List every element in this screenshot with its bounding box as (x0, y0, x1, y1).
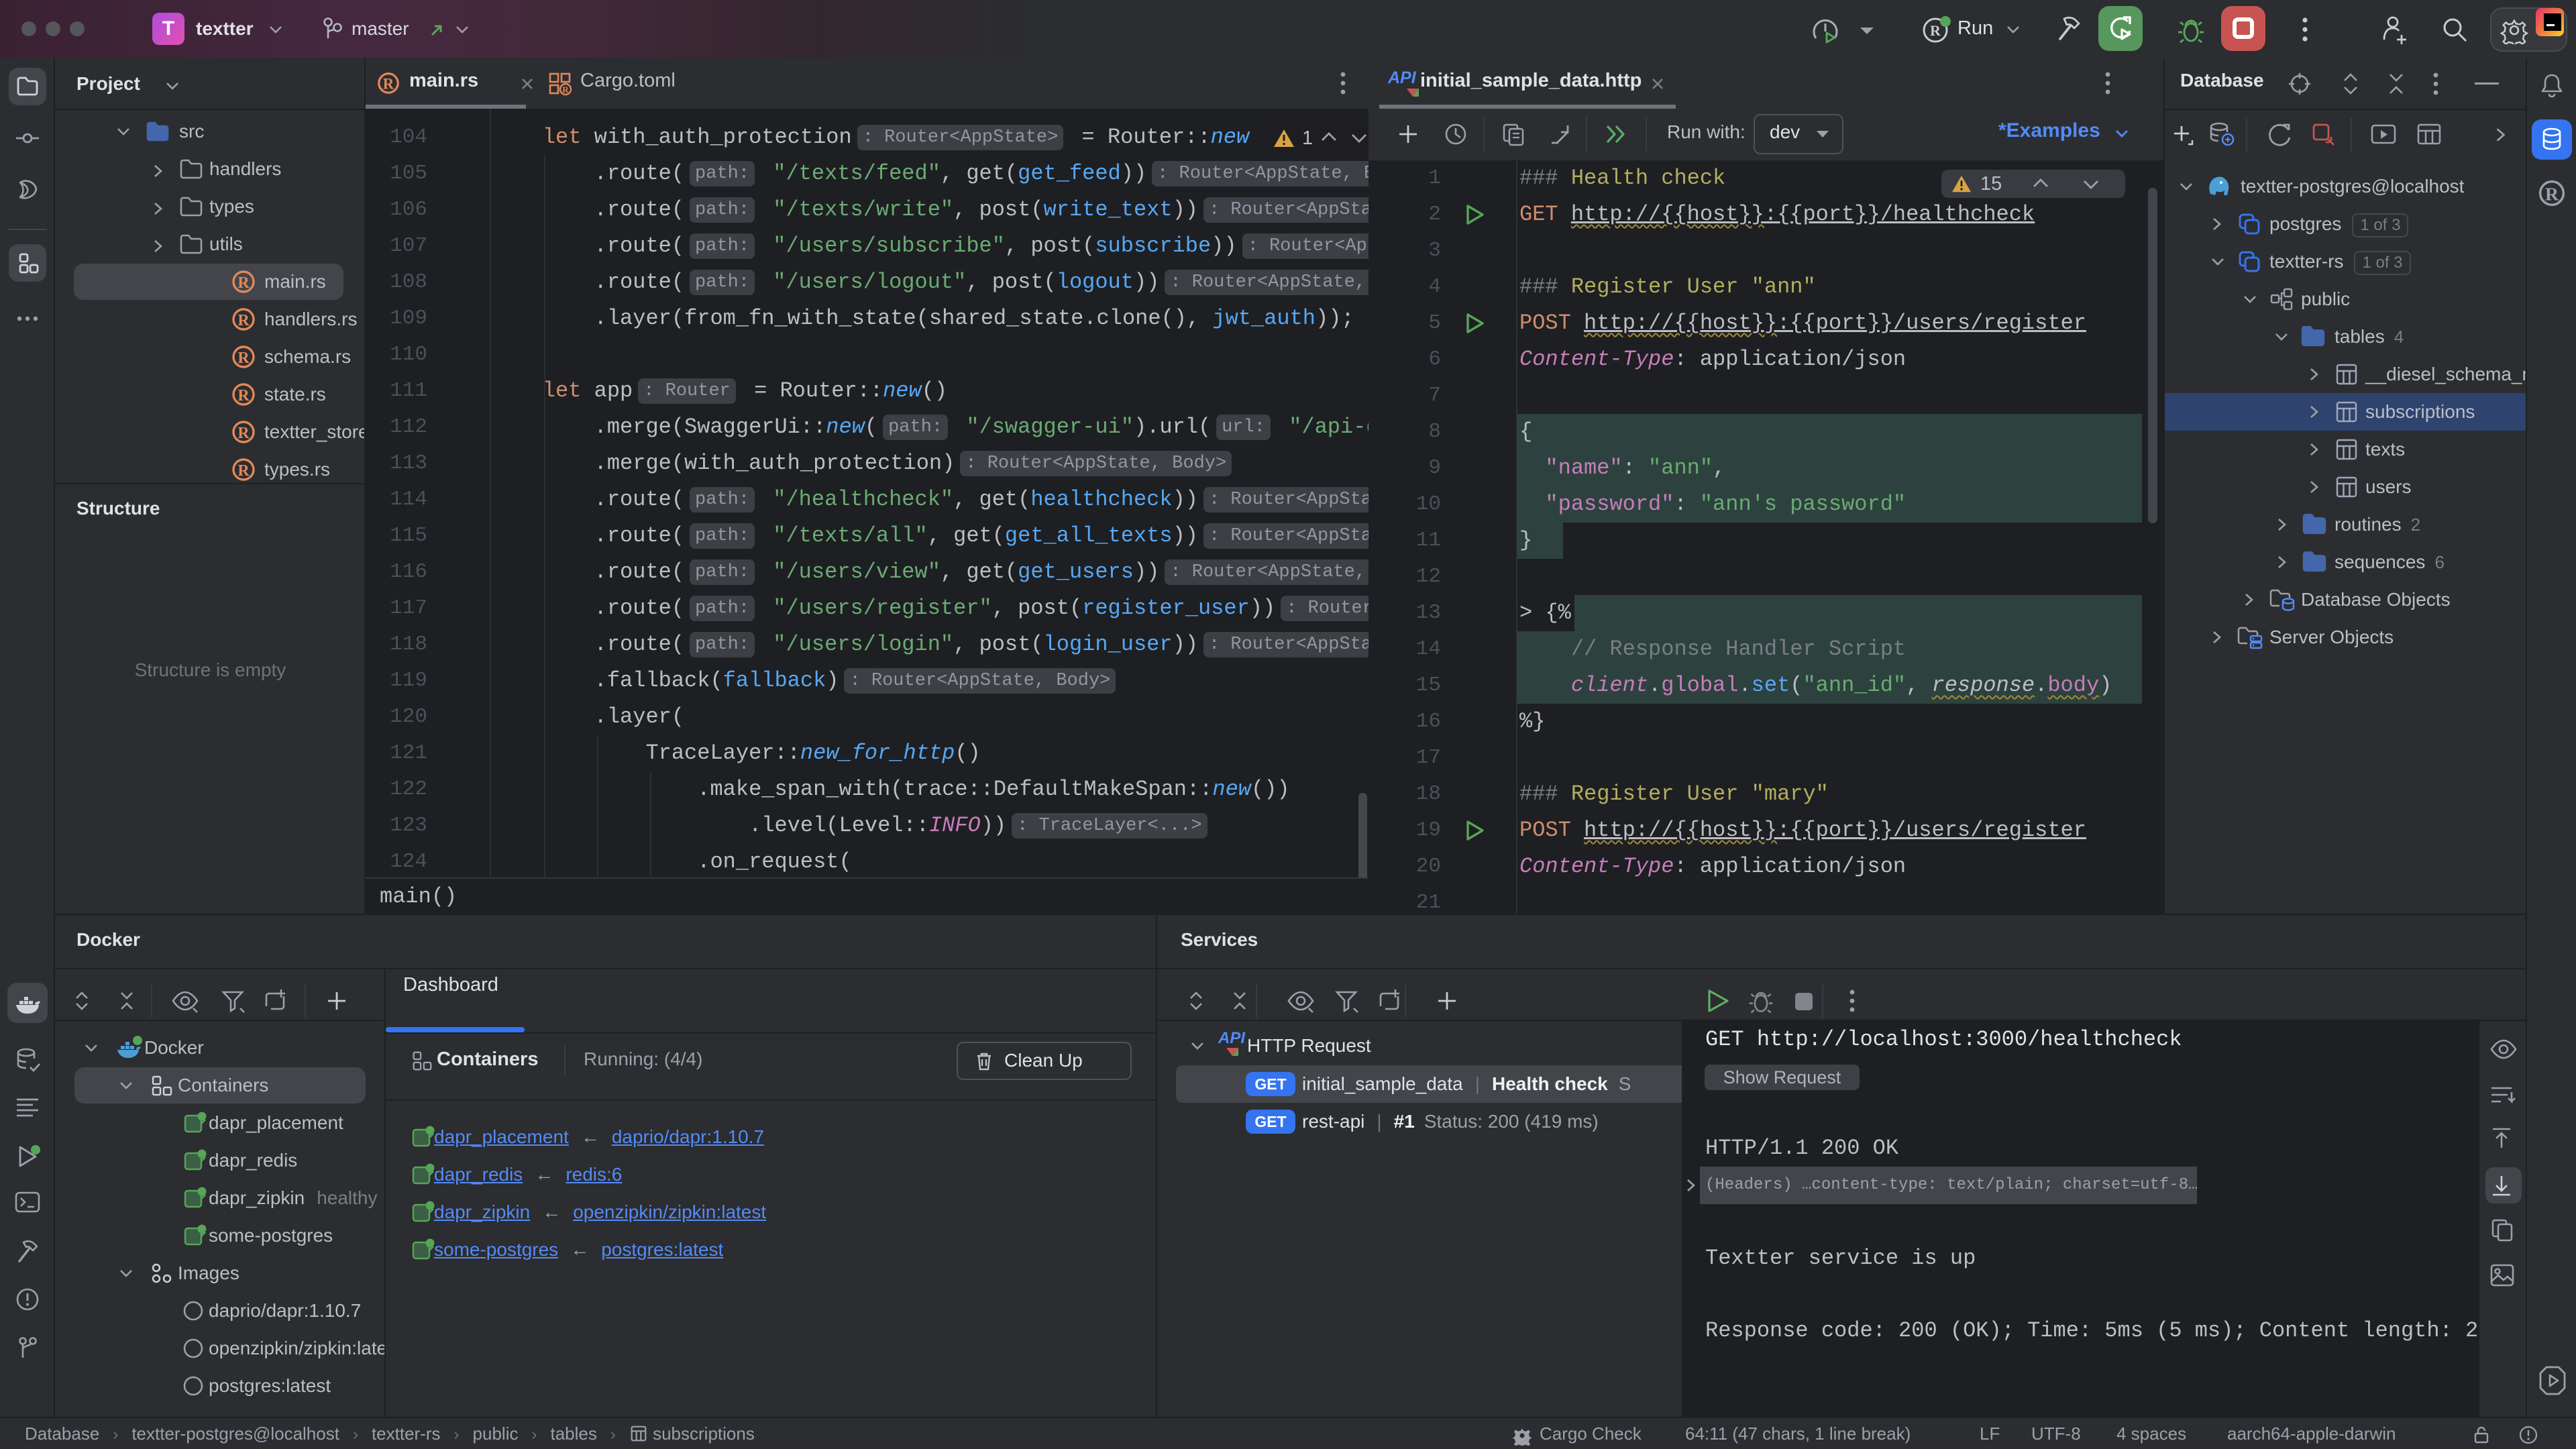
svg-text:R: R (237, 350, 250, 367)
svg-text:R: R (383, 76, 394, 93)
svg-text:R: R (2545, 184, 2559, 205)
svg-text:R: R (237, 462, 250, 480)
svg-text:R: R (237, 425, 250, 442)
svg-text:R: R (237, 274, 250, 292)
svg-text:R: R (237, 312, 250, 329)
svg-text:R: R (562, 85, 569, 95)
svg-text:R: R (237, 387, 250, 405)
svg-text:R: R (1930, 22, 1941, 39)
